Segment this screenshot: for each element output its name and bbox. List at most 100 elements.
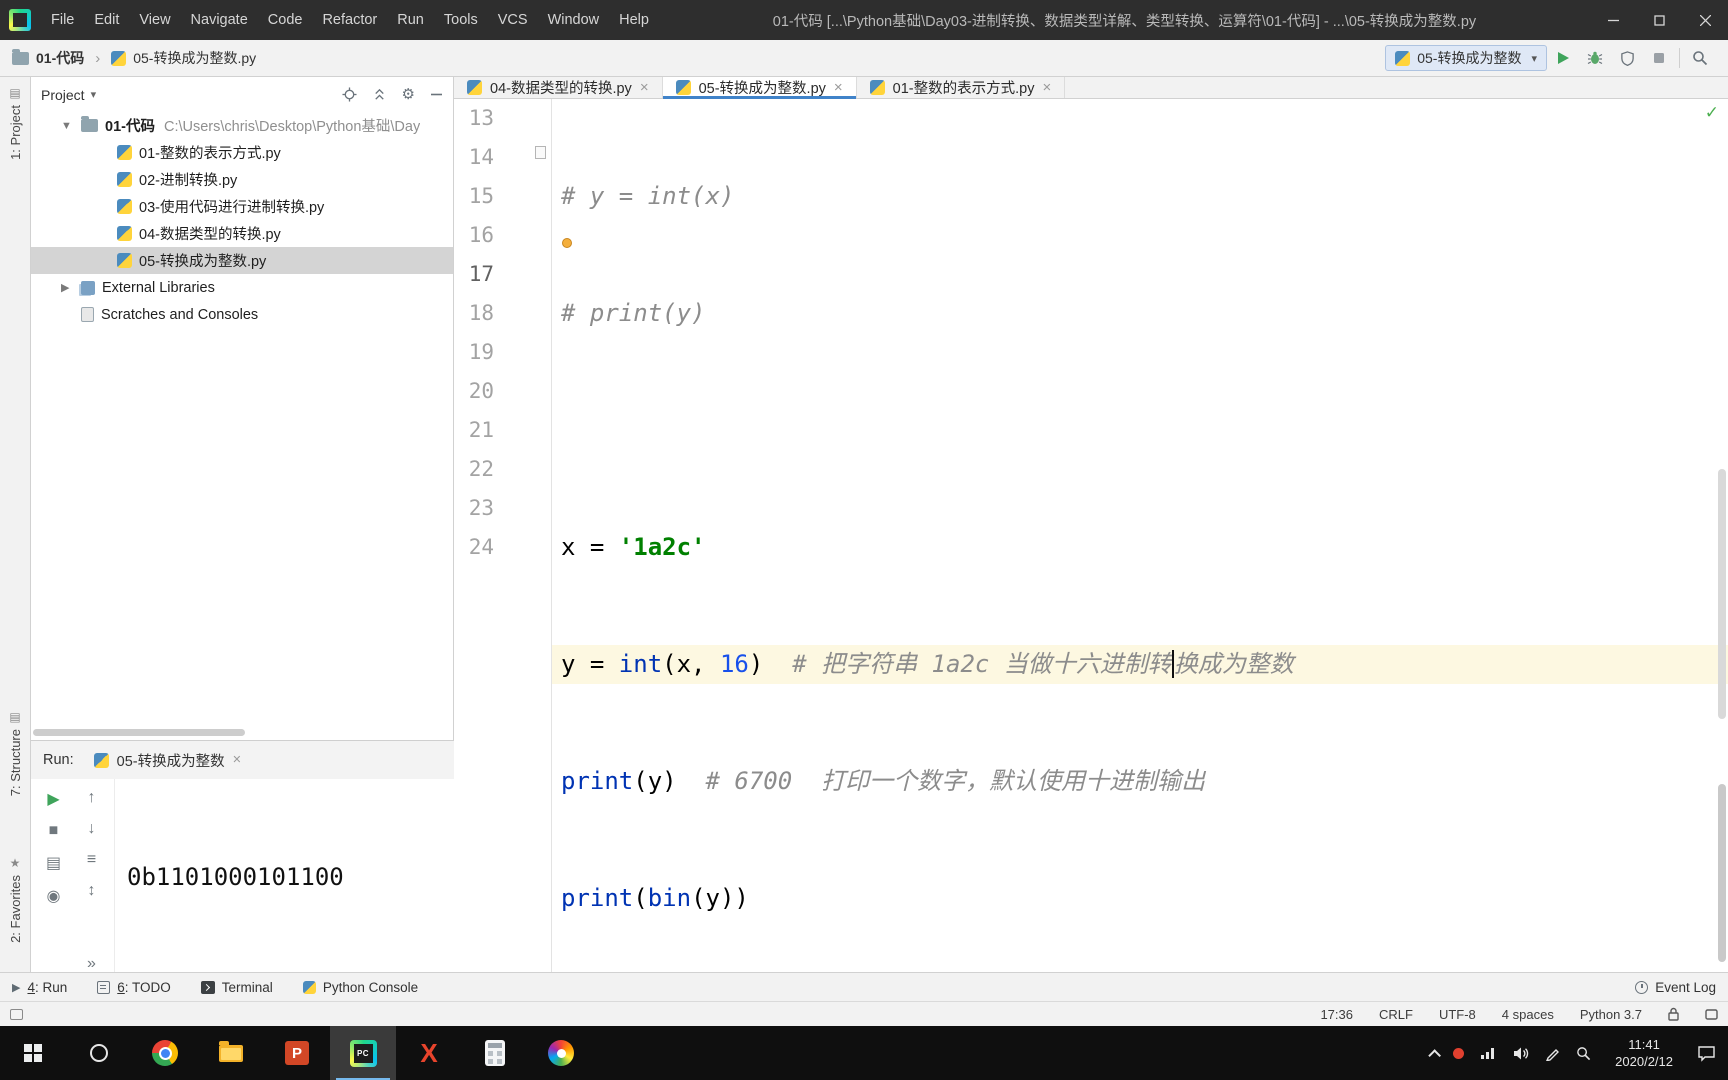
code-line[interactable]: # print(y) [552, 294, 1728, 333]
tree-item-file[interactable]: 01-整数的表示方式.py [31, 139, 453, 166]
start-button[interactable] [0, 1026, 66, 1080]
tool-button-structure[interactable]: ▤ 7: Structure [0, 711, 30, 796]
expand-toolbar-button[interactable]: » [87, 955, 96, 973]
volume-icon[interactable] [1512, 1046, 1529, 1061]
menu-item-code[interactable]: Code [258, 7, 313, 33]
minimize-button[interactable] [1590, 0, 1636, 40]
maximize-button[interactable] [1636, 0, 1682, 40]
tool-button-python-console[interactable]: Python Console [302, 980, 418, 995]
tree-item-root[interactable]: ▼ 01-代码 C:\Users\chris\Desktop\Python基础\… [31, 112, 453, 139]
pin-button[interactable]: ◉ [47, 886, 61, 906]
locate-icon[interactable] [342, 87, 357, 102]
tool-button-project[interactable]: ▤ 1: Project [0, 87, 30, 160]
tree-item-scratches[interactable]: Scratches and Consoles [31, 301, 453, 328]
down-the-stack-button[interactable]: ↓ [88, 820, 96, 838]
scroll-to-end-button[interactable]: ↕ [88, 882, 96, 900]
taskbar-app-powerpoint[interactable]: P [264, 1026, 330, 1080]
coverage-button[interactable] [1611, 44, 1643, 72]
menu-item-window[interactable]: Window [538, 7, 610, 33]
up-the-stack-button[interactable]: ↑ [88, 789, 96, 807]
python-file-icon [117, 172, 132, 187]
tool-button-favorites[interactable]: ★ 2: Favorites [0, 857, 30, 943]
toolwindow-toggle-icon[interactable] [10, 1008, 23, 1020]
stop-button[interactable]: ■ [49, 822, 59, 840]
chevron-right-icon[interactable]: ▶ [61, 281, 81, 294]
lock-icon[interactable] [1668, 1007, 1679, 1021]
debug-button[interactable] [1579, 44, 1611, 72]
caret-position-widget[interactable]: 17:36 [1320, 1007, 1353, 1022]
close-icon[interactable]: × [233, 752, 241, 768]
recording-dot-icon[interactable] [1453, 1047, 1465, 1059]
network-icon[interactable] [1480, 1046, 1496, 1060]
menu-item-refactor[interactable]: Refactor [312, 7, 387, 33]
run-button[interactable] [1547, 44, 1579, 72]
menu-item-run[interactable]: Run [387, 7, 434, 33]
close-icon[interactable]: × [834, 79, 843, 96]
encoding-widget[interactable]: UTF-8 [1439, 1007, 1476, 1022]
tray-expand-icon[interactable] [1428, 1048, 1442, 1062]
project-panel-title[interactable]: Project [41, 87, 85, 103]
magnifier-icon[interactable] [1576, 1046, 1591, 1061]
tree-item-file-selected[interactable]: 05-转换成为整数.py [31, 247, 453, 274]
interpreter-widget[interactable]: Python 3.7 [1580, 1007, 1642, 1022]
cortana-search-button[interactable] [66, 1026, 132, 1080]
taskbar-app-chrome[interactable] [132, 1026, 198, 1080]
editor-tab[interactable]: 01-整数的表示方式.py × [857, 77, 1066, 98]
breadcrumb-item-root[interactable]: 01-代码 [36, 48, 84, 68]
menu-item-tools[interactable]: Tools [434, 7, 488, 33]
taskbar-app-paint[interactable] [528, 1026, 594, 1080]
run-config-tab[interactable]: 05-转换成为整数 × [93, 750, 241, 771]
indent-widget[interactable]: 4 spaces [1502, 1007, 1554, 1022]
intention-bulb-icon[interactable] [562, 238, 572, 248]
taskbar-app-calculator[interactable] [462, 1026, 528, 1080]
pen-icon[interactable] [1545, 1046, 1560, 1061]
play-icon [1558, 52, 1569, 64]
menu-item-navigate[interactable]: Navigate [181, 7, 258, 33]
editor-tab[interactable]: 04-数据类型的转换.py × [454, 77, 663, 98]
tree-item-file[interactable]: 04-数据类型的转换.py [31, 220, 453, 247]
run-configuration-select[interactable]: 05-转换成为整数 ▾ [1385, 45, 1547, 71]
soft-wrap-button[interactable]: ≡ [87, 851, 96, 869]
taskbar-app-pycharm-active[interactable]: PC [330, 1026, 396, 1080]
breadcrumb-item-file[interactable]: 05-转换成为整数.py [133, 48, 256, 68]
tool-button-todo[interactable]: 6: TODO [97, 980, 171, 995]
close-icon[interactable]: × [1042, 79, 1051, 96]
editor-tab-active[interactable]: 05-转换成为整数.py × [662, 77, 857, 99]
taskbar-app-explorer[interactable] [198, 1026, 264, 1080]
menu-item-help[interactable]: Help [609, 7, 659, 33]
stop-button[interactable] [1643, 44, 1675, 72]
menu-item-view[interactable]: View [129, 7, 180, 33]
code-line-current[interactable]: y = int(x, 16) # 把字符串 1a2c 当做十六进制转换成为整数 [552, 645, 1728, 684]
search-everywhere-button[interactable] [1684, 44, 1716, 72]
close-button[interactable] [1682, 0, 1728, 40]
menu-item-edit[interactable]: Edit [84, 7, 129, 33]
taskbar-app-xmind[interactable]: X [396, 1026, 462, 1080]
menu-item-file[interactable]: File [41, 7, 84, 33]
console-vertical-scrollbar[interactable] [1718, 784, 1726, 962]
line-separator-widget[interactable]: CRLF [1379, 1007, 1413, 1022]
inspections-ok-icon[interactable]: ✓ [1705, 103, 1719, 123]
collapse-all-icon[interactable] [372, 87, 387, 102]
code-line[interactable]: x = '1a2c' [552, 528, 1728, 567]
action-center-icon[interactable] [1697, 1045, 1716, 1062]
cortana-icon [90, 1044, 108, 1062]
code-line[interactable]: # y = int(x) [552, 177, 1728, 216]
close-icon[interactable]: × [640, 79, 649, 96]
restore-layout-button[interactable]: ▤ [46, 853, 61, 873]
tool-button-terminal[interactable]: Terminal [200, 980, 273, 995]
horizontal-scrollbar[interactable] [33, 729, 245, 736]
taskbar-clock[interactable]: 11:41 2020/2/12 [1607, 1036, 1681, 1070]
tree-item-file[interactable]: 02-进制转换.py [31, 166, 453, 193]
event-log-button[interactable]: Event Log [1635, 980, 1716, 995]
tool-button-run[interactable]: ▶ 4: Run [12, 980, 67, 995]
menu-item-vcs[interactable]: VCS [488, 7, 538, 33]
indicator-icon[interactable] [1705, 1008, 1718, 1020]
rerun-button[interactable]: ▶ [47, 789, 59, 809]
editor-vertical-scrollbar[interactable] [1718, 469, 1726, 719]
gear-icon[interactable]: ⚙ [402, 87, 415, 102]
chevron-down-icon[interactable]: ▼ [61, 120, 81, 132]
code-line[interactable] [552, 411, 1728, 450]
tree-item-file[interactable]: 03-使用代码进行进制转换.py [31, 193, 453, 220]
tree-item-external-libraries[interactable]: ▶ External Libraries [31, 274, 453, 301]
hide-panel-icon[interactable] [430, 88, 443, 101]
